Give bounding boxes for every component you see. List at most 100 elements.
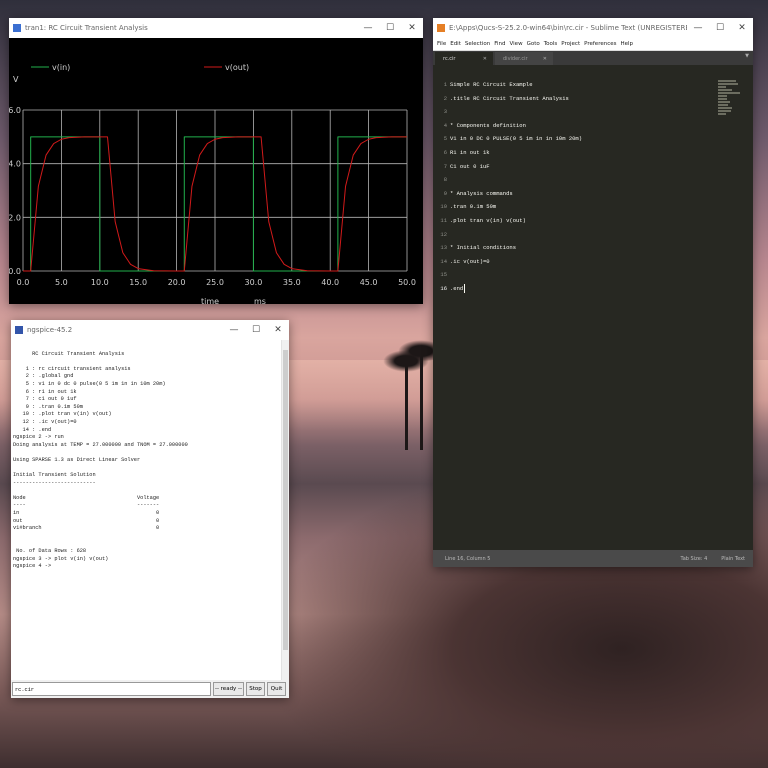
code-line[interactable]: * Initial conditions xyxy=(450,241,582,255)
menu-item-find[interactable]: Find xyxy=(494,41,505,47)
menu-item-help[interactable]: Help xyxy=(620,41,633,47)
line-number: 14 xyxy=(440,257,447,265)
menu-item-project[interactable]: Project xyxy=(561,41,580,47)
minimize-button[interactable]: — xyxy=(687,23,709,33)
line-number: 12 xyxy=(440,230,447,238)
code-line[interactable]: .ic v(out)=0 xyxy=(450,255,582,269)
menu-item-tools[interactable]: Tools xyxy=(544,41,558,47)
x-axis-unit: ms xyxy=(254,297,266,304)
sublime-titlebar[interactable]: E:\Apps\Qucs-S-25.2.0-win64\bin\rc.cir -… xyxy=(433,18,753,38)
status-syntax[interactable]: Plain Text xyxy=(721,556,745,562)
status-tab-size[interactable]: Tab Size: 4 xyxy=(680,556,707,562)
code-line[interactable] xyxy=(450,268,582,282)
tab-dropdown-icon[interactable]: ▼ xyxy=(745,53,749,59)
minimize-button[interactable]: — xyxy=(223,325,245,335)
command-bar: rc.cir -- ready -- Stop Quit xyxy=(11,680,289,698)
code-line-text: Simple RC Circuit Example xyxy=(450,81,533,88)
console-line: No. of Data Rows : 628 xyxy=(13,548,87,555)
console-line: 9 : .tran 0.1m 50m xyxy=(13,403,83,410)
console-line: Node Voltage xyxy=(13,494,160,501)
code-line[interactable]: .end xyxy=(450,282,582,296)
console-line: 12 : .ic v(out)=0 xyxy=(13,418,77,425)
x-tick-label: 0.0 xyxy=(17,278,30,287)
code-line-text: * Components definition xyxy=(450,121,526,129)
code-line[interactable]: V1 in 0 DC 0 PULSE(0 5 1m 1n 1n 10m 20m) xyxy=(450,132,582,146)
console-line: 2 : .global gnd xyxy=(13,373,74,380)
console-line: v1#branch 0 xyxy=(13,525,160,532)
console-line: out 0 xyxy=(13,517,160,524)
sublime-window[interactable]: E:\Apps\Qucs-S-25.2.0-win64\bin\rc.cir -… xyxy=(433,18,753,567)
text-caret xyxy=(464,283,466,293)
code-line[interactable] xyxy=(450,105,582,119)
console-scroll-thumb[interactable] xyxy=(283,350,288,650)
menu-item-preferences[interactable]: Preferences xyxy=(584,41,616,47)
console-line: Initial Transient Solution xyxy=(13,472,96,479)
stop-button[interactable]: Stop xyxy=(246,682,265,696)
console-line: ---- ------- xyxy=(13,502,160,509)
editor-tab[interactable]: rc.cir ✕ xyxy=(435,52,493,65)
line-number: 5 xyxy=(443,135,447,143)
code-line[interactable]: * Analysis commands xyxy=(450,187,582,201)
code-line-text: V1 in 0 DC 0 PULSE(0 5 1m 1n 1n 10m 20m) xyxy=(450,135,583,143)
line-number: 6 xyxy=(443,148,447,156)
maximize-button[interactable]: ☐ xyxy=(709,23,731,33)
editor-tab[interactable]: divider.cir ✕ xyxy=(495,52,553,65)
y-tick-label: 4.0 xyxy=(9,160,21,169)
menu-item-edit[interactable]: Edit xyxy=(450,41,461,47)
plot-titlebar[interactable]: tran1: RC Circuit Transient Analysis — ☐… xyxy=(9,18,423,38)
code-line[interactable]: .title RC Circuit Transient Analysis xyxy=(450,92,582,106)
code-line[interactable]: Simple RC Circuit Example xyxy=(450,78,582,92)
code-line[interactable]: * Components definition xyxy=(450,119,582,133)
y-tick-label: 6.0 xyxy=(9,106,21,115)
code-line[interactable]: C1 out 0 1uF xyxy=(450,160,582,174)
plot-window[interactable]: tran1: RC Circuit Transient Analysis — ☐… xyxy=(9,18,423,304)
ngspice-titlebar[interactable]: ngspice-45.2 — ☐ ✕ xyxy=(11,320,289,340)
console-output: RC Circuit Transient Analysis 1 : rc cir… xyxy=(11,340,289,682)
menu-item-goto[interactable]: Goto xyxy=(527,41,540,47)
y-tick-label: 0.0 xyxy=(9,267,21,276)
maximize-button[interactable]: ☐ xyxy=(245,325,267,335)
code-line-text: .tran 0.1m 50m xyxy=(450,203,497,211)
command-input[interactable]: rc.cir xyxy=(12,682,211,696)
x-tick-label: 45.0 xyxy=(360,278,378,287)
line-number: 1 xyxy=(443,81,447,88)
code-line-text: .end xyxy=(450,284,464,292)
code-line[interactable]: .tran 0.1m 50m xyxy=(450,200,582,214)
tab-label: rc.cir xyxy=(443,55,456,62)
line-number: 15 xyxy=(440,271,447,279)
menu-item-selection[interactable]: Selection xyxy=(465,41,490,47)
code-line[interactable]: R1 in out 1k xyxy=(450,146,582,160)
palm-tree-2 xyxy=(420,350,423,450)
x-tick-label: 25.0 xyxy=(206,278,224,287)
menu-item-file[interactable]: File xyxy=(437,41,446,47)
code-line[interactable]: .plot tran v(in) v(out) xyxy=(450,214,582,228)
code-line[interactable] xyxy=(450,228,582,242)
line-number: 9 xyxy=(443,189,447,197)
legend-label: v(in) xyxy=(52,63,70,72)
line-number: 7 xyxy=(443,162,447,170)
console-line: 7 : c1 out 0 1uf xyxy=(13,396,77,403)
minimize-button[interactable]: — xyxy=(357,23,379,33)
code-line[interactable] xyxy=(450,173,582,187)
tab-close-icon[interactable]: ✕ xyxy=(543,56,547,62)
code-editor[interactable]: 1 2 3 4 5 6 7 8 9 10 11 12 13 14 15 16 Simple RC Circui… xyxy=(433,78,753,550)
console-line: 5 : v1 in 0 dc 0 pulse(0 5 1m 1n 1n 10m … xyxy=(13,380,166,387)
minimap[interactable] xyxy=(718,80,740,116)
ngspice-window[interactable]: ngspice-45.2 — ☐ ✕ RC Circuit Transient … xyxy=(11,320,289,698)
x-tick-label: 20.0 xyxy=(168,278,186,287)
tab-close-icon[interactable]: ✕ xyxy=(483,56,487,62)
console-line: 6 : r1 in out 1k xyxy=(13,388,77,395)
status-position[interactable]: Line 16, Column 5 xyxy=(445,556,680,562)
menu-item-view[interactable]: View xyxy=(510,41,523,47)
maximize-button[interactable]: ☐ xyxy=(379,23,401,33)
transient-plot[interactable]: 0.0 5.0 10.0 15.0 20.0 25.0 30.0 35.0 40.0 45.0 50… xyxy=(9,38,423,304)
close-button[interactable]: ✕ xyxy=(401,23,423,33)
code-text[interactable]: Simple RC Circuit Example .title RC Circu… xyxy=(450,78,582,296)
close-button[interactable]: ✕ xyxy=(267,325,289,335)
quit-button[interactable]: Quit xyxy=(267,682,286,696)
close-button[interactable]: ✕ xyxy=(731,23,753,33)
